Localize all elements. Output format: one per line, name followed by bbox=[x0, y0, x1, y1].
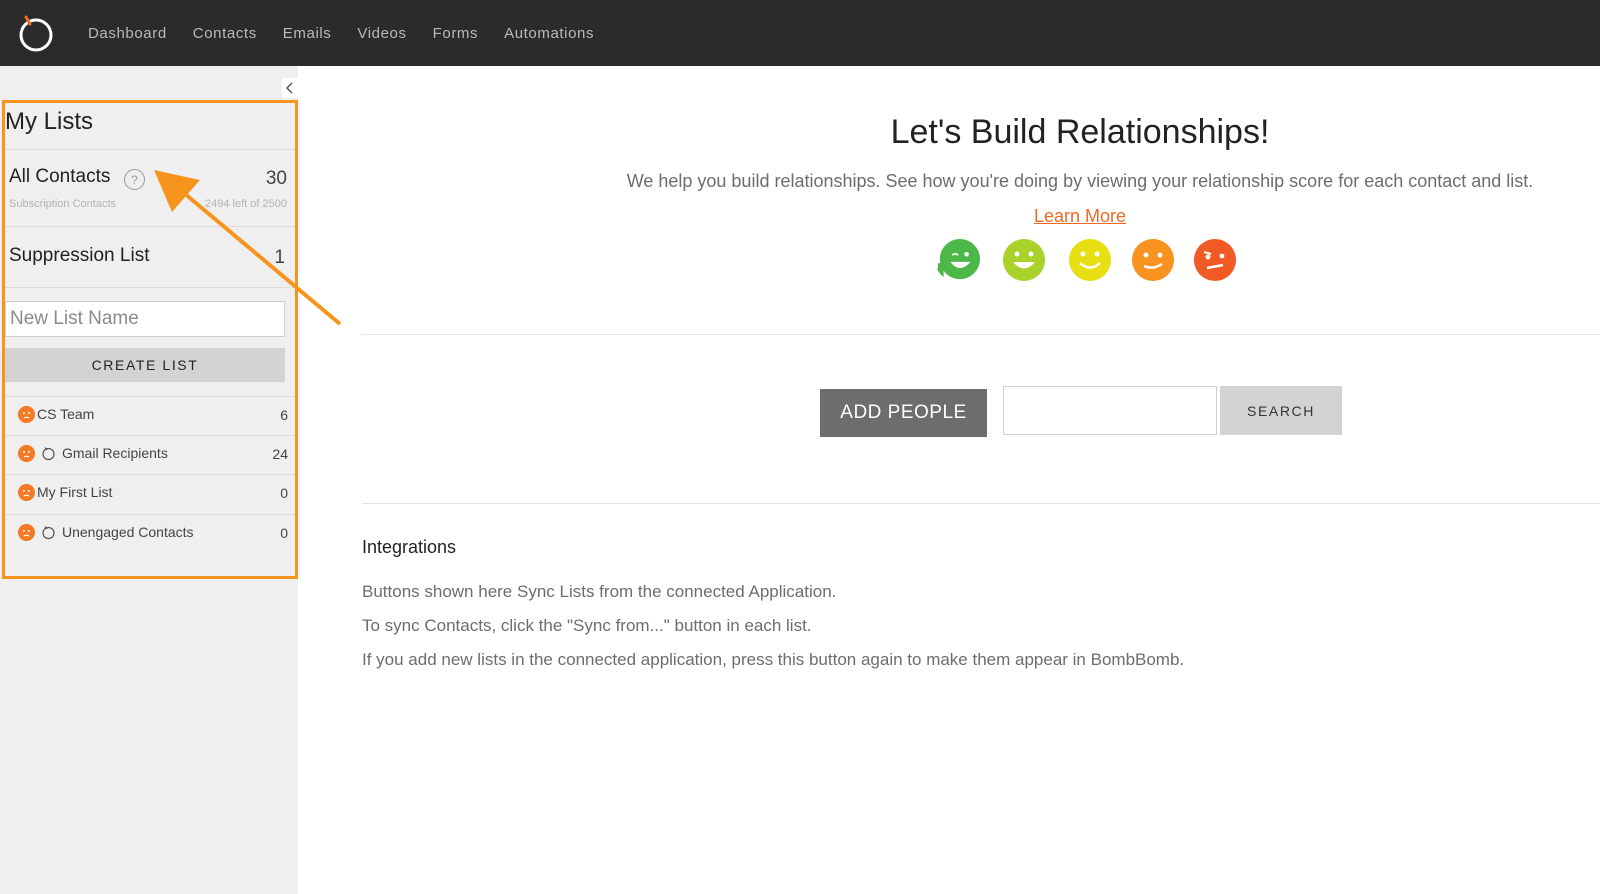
divider bbox=[4, 226, 296, 227]
unhappy-face-icon bbox=[18, 484, 35, 501]
list-count: 24 bbox=[272, 446, 288, 462]
unhappy-face-icon bbox=[18, 445, 35, 462]
nav-emails[interactable]: Emails bbox=[283, 25, 332, 42]
subscription-contacts-label: Subscription Contacts bbox=[9, 198, 116, 210]
list-count: 6 bbox=[280, 407, 288, 423]
list-count: 0 bbox=[280, 525, 288, 541]
unhappy-face-icon bbox=[18, 406, 35, 423]
list-name: Gmail Recipients bbox=[62, 445, 168, 461]
new-list-name-input[interactable] bbox=[5, 301, 285, 337]
thumbs-up-wink-face-icon bbox=[936, 238, 980, 281]
integrations-text: If you add new lists in the connected ap… bbox=[362, 650, 1185, 669]
list-name: My First List bbox=[37, 484, 113, 500]
sync-icon[interactable] bbox=[41, 525, 56, 540]
list-name: Unengaged Contacts bbox=[62, 524, 194, 540]
all-contacts-label[interactable]: All Contacts bbox=[9, 166, 110, 188]
integrations-heading: Integrations bbox=[362, 537, 457, 557]
integrations-text: To sync Contacts, click the "Sync from..… bbox=[362, 616, 812, 635]
list-item-unengaged-contacts[interactable]: Unengaged Contacts 0 bbox=[4, 514, 296, 553]
smile-face-icon bbox=[1069, 239, 1111, 281]
bombbomb-logo-icon[interactable] bbox=[16, 13, 56, 53]
main-nav: Dashboard Contacts Emails Videos Forms A… bbox=[88, 0, 620, 66]
meh-face-icon bbox=[1132, 239, 1174, 281]
all-contacts-count: 30 bbox=[265, 168, 287, 189]
top-nav-bar: Dashboard Contacts Emails Videos Forms A… bbox=[0, 0, 1600, 66]
subscription-remaining: 2494 left of 2500 bbox=[205, 198, 287, 210]
page-title: Let's Build Relationships! bbox=[890, 113, 1270, 151]
list-item-gmail-recipients[interactable]: Gmail Recipients 24 bbox=[4, 435, 296, 474]
learn-more-link[interactable]: Learn More bbox=[980, 206, 1180, 227]
list-count: 0 bbox=[280, 485, 288, 501]
chevron-left-icon[interactable] bbox=[282, 78, 298, 98]
unhappy-face-icon bbox=[1194, 239, 1236, 281]
list-name: CS Team bbox=[37, 406, 95, 422]
add-people-button[interactable]: ADD PEOPLE bbox=[820, 389, 987, 437]
nav-forms[interactable]: Forms bbox=[433, 25, 479, 42]
list-item-my-first-list[interactable]: My First List 0 bbox=[4, 474, 296, 513]
nav-dashboard[interactable]: Dashboard bbox=[88, 25, 167, 42]
page-subtitle: We help you build relationships. See how… bbox=[626, 171, 1534, 191]
search-input[interactable] bbox=[1003, 386, 1217, 435]
nav-contacts[interactable]: Contacts bbox=[193, 25, 257, 42]
divider bbox=[4, 287, 296, 288]
my-lists-title: My Lists bbox=[5, 108, 94, 135]
suppression-list-count: 1 bbox=[274, 247, 285, 268]
nav-automations[interactable]: Automations bbox=[504, 25, 594, 42]
divider bbox=[4, 149, 296, 150]
create-list-button[interactable]: CREATE LIST bbox=[5, 348, 285, 382]
search-button[interactable]: SEARCH bbox=[1220, 386, 1342, 435]
happy-face-icon bbox=[1003, 239, 1045, 281]
help-icon[interactable]: ? bbox=[124, 169, 145, 190]
unhappy-face-icon bbox=[18, 524, 35, 541]
integrations-text: Buttons shown here Sync Lists from the c… bbox=[362, 582, 837, 601]
divider bbox=[362, 334, 1600, 335]
suppression-list-label[interactable]: Suppression List bbox=[9, 245, 149, 267]
sync-icon[interactable] bbox=[41, 446, 56, 461]
list-item-cs-team[interactable]: CS Team 6 bbox=[4, 396, 296, 435]
divider bbox=[362, 503, 1600, 504]
relationship-score-faces bbox=[925, 238, 1245, 284]
nav-videos[interactable]: Videos bbox=[357, 25, 406, 42]
